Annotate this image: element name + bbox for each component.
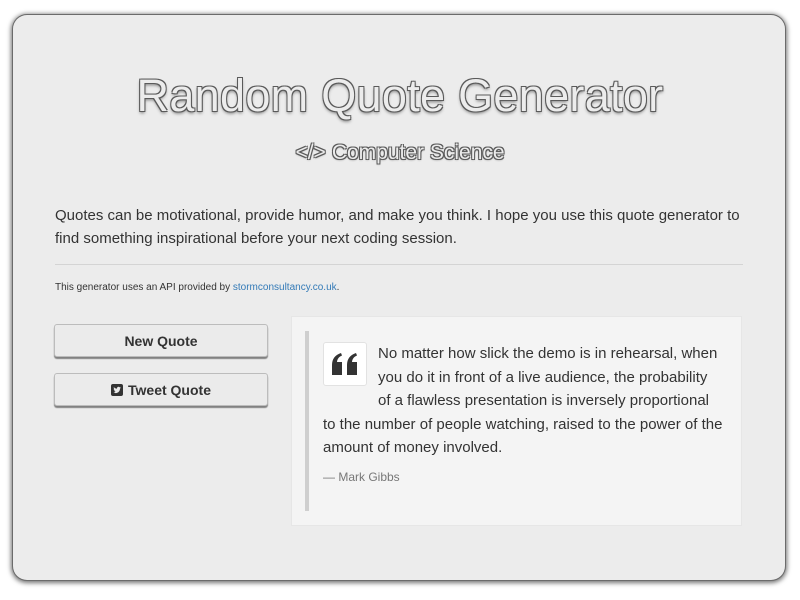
intro-paragraph: Quotes can be motivational, provide humo… — [55, 207, 740, 247]
api-note-prefix: This generator uses an API provided by — [55, 282, 233, 293]
subtitle-label: Computer Science — [331, 141, 505, 164]
new-quote-button[interactable]: New Quote — [54, 324, 268, 357]
blockquote-bar — [305, 331, 309, 511]
code-icon: </> — [295, 141, 326, 164]
api-note: This generator uses an API provided by s… — [55, 281, 339, 295]
quote-card: No matter how slick the demo is in rehea… — [291, 316, 742, 526]
new-quote-label: New Quote — [124, 332, 198, 349]
quote-body: No matter how slick the demo is in rehea… — [323, 345, 723, 457]
page-title: Random Quote Generator — [136, 70, 664, 121]
quote-author: — Mark Gibbs — [323, 470, 400, 484]
page-subtitle: </> Computer Science — [0, 139, 800, 167]
tweet-quote-label: Tweet Quote — [128, 381, 211, 398]
api-link[interactable]: stormconsultancy.co.uk — [233, 282, 337, 293]
twitter-icon — [111, 383, 124, 396]
divider — [55, 264, 743, 265]
quote-text: No matter how slick the demo is in rehea… — [323, 342, 723, 460]
tweet-quote-button[interactable]: Tweet Quote — [54, 373, 268, 406]
api-note-suffix: . — [336, 282, 340, 293]
